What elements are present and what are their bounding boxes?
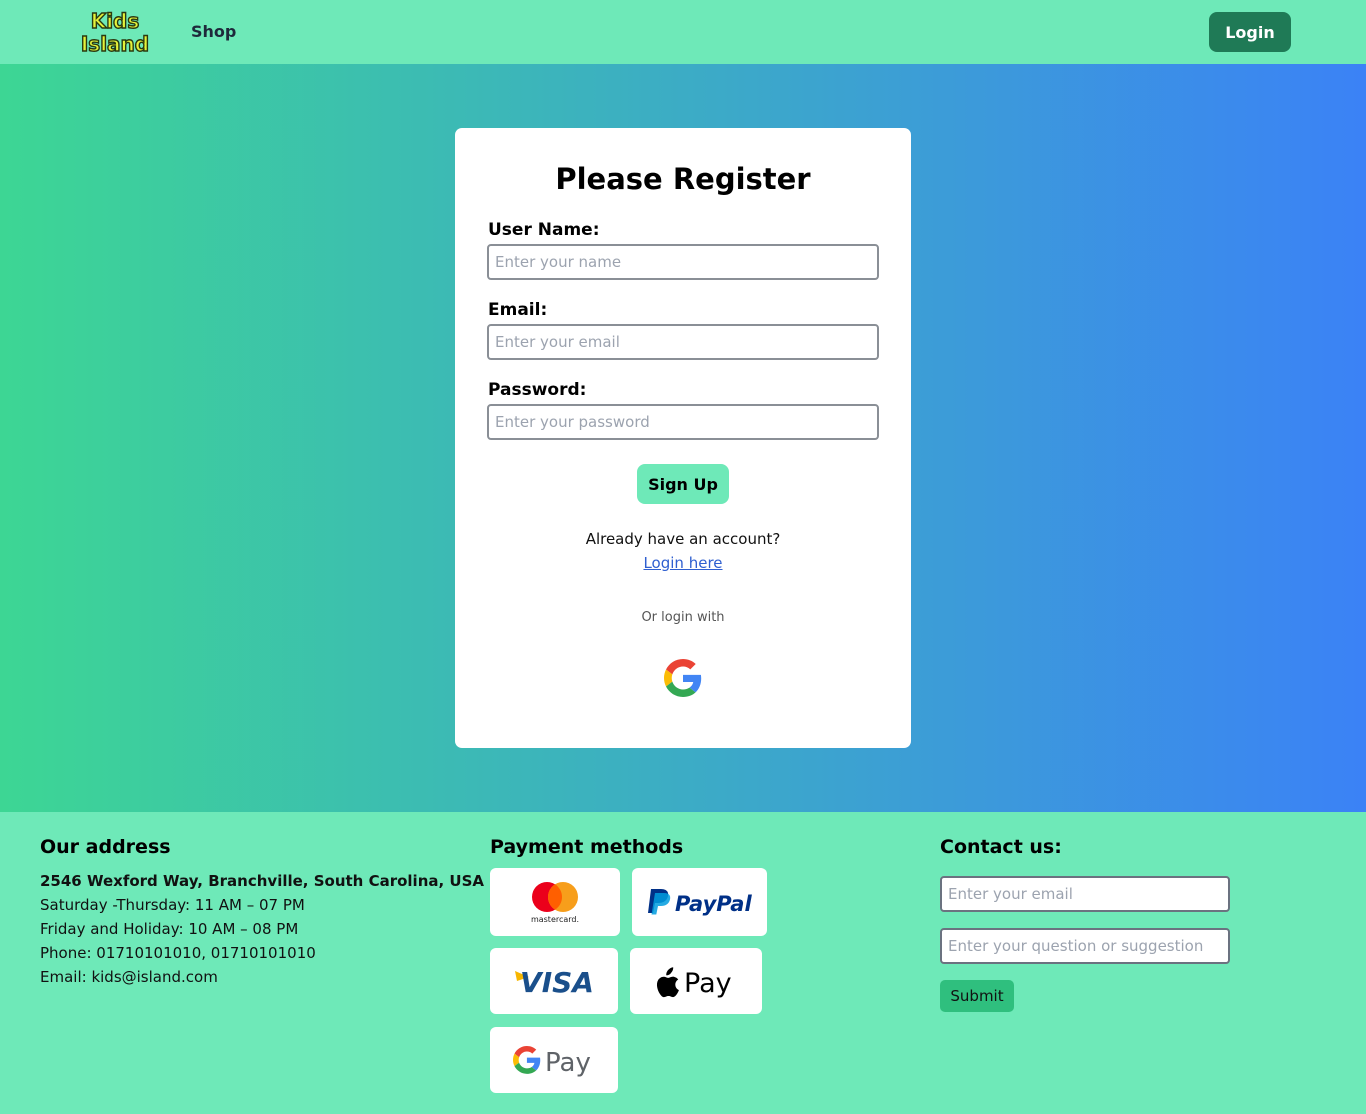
username-input[interactable]: [487, 244, 879, 280]
nav-shop-link[interactable]: Shop: [191, 22, 236, 41]
email-input[interactable]: [487, 324, 879, 360]
footer: Our address 2546 Wexford Way, Branchvill…: [0, 812, 1366, 1114]
address-street: 2546 Wexford Way, Branchville, South Car…: [40, 872, 485, 890]
register-title: Please Register: [555, 162, 811, 196]
visa-icon: VISA: [515, 966, 594, 999]
login-here-container: Login here: [455, 554, 911, 572]
kids-island-logo[interactable]: Kids Island: [78, 6, 152, 58]
hero-section: Please Register User Name: Email: Passwo…: [0, 64, 1366, 812]
email-label: Email:: [488, 300, 548, 320]
address-heading: Our address: [40, 836, 171, 858]
username-label: User Name:: [488, 220, 600, 240]
contact-question-input[interactable]: [940, 928, 1230, 964]
google-pay-tile: Pay: [490, 1027, 618, 1093]
visa-tile: VISA: [490, 948, 618, 1014]
password-input[interactable]: [487, 404, 879, 440]
svg-text:mastercard.: mastercard.: [531, 915, 579, 924]
address-phone: Phone: 01710101010, 01710101010: [40, 944, 316, 962]
svg-text:Pay: Pay: [545, 1048, 591, 1078]
contact-heading: Contact us:: [940, 836, 1062, 858]
google-icon[interactable]: [664, 659, 702, 697]
svg-text:VISA: VISA: [520, 966, 594, 999]
svg-text:PayPal: PayPal: [675, 892, 752, 916]
svg-text:Island: Island: [81, 32, 149, 56]
paypal-icon: PayPal: [647, 889, 752, 916]
contact-email-input[interactable]: [940, 876, 1230, 912]
address-hours-weekday: Saturday -Thursday: 11 AM – 07 PM: [40, 896, 305, 914]
sign-up-button[interactable]: Sign Up: [637, 464, 729, 504]
payment-heading: Payment methods: [490, 836, 684, 858]
contact-submit-button[interactable]: Submit: [940, 980, 1014, 1012]
navbar: Kids Island Shop Login: [0, 0, 1366, 64]
paypal-tile: PayPal: [632, 868, 767, 936]
address-hours-holiday: Friday and Holiday: 10 AM – 08 PM: [40, 920, 299, 938]
login-here-link[interactable]: Login here: [643, 554, 722, 572]
password-label: Password:: [488, 380, 587, 400]
address-email: Email: kids@island.com: [40, 968, 218, 986]
svg-text:Pay: Pay: [684, 968, 732, 999]
google-pay-icon: Pay: [513, 1046, 591, 1078]
mastercard-tile: mastercard.: [490, 868, 620, 936]
apple-pay-icon: Pay: [656, 967, 732, 999]
svg-text:Kids: Kids: [91, 9, 140, 33]
apple-pay-tile: Pay: [630, 948, 762, 1014]
register-card: Please Register User Name: Email: Passwo…: [455, 128, 911, 748]
or-login-with-text: Or login with: [641, 610, 725, 625]
nav-login-button[interactable]: Login: [1209, 12, 1291, 52]
mastercard-icon: mastercard.: [531, 882, 579, 924]
already-account-text: Already have an account?: [585, 530, 781, 548]
